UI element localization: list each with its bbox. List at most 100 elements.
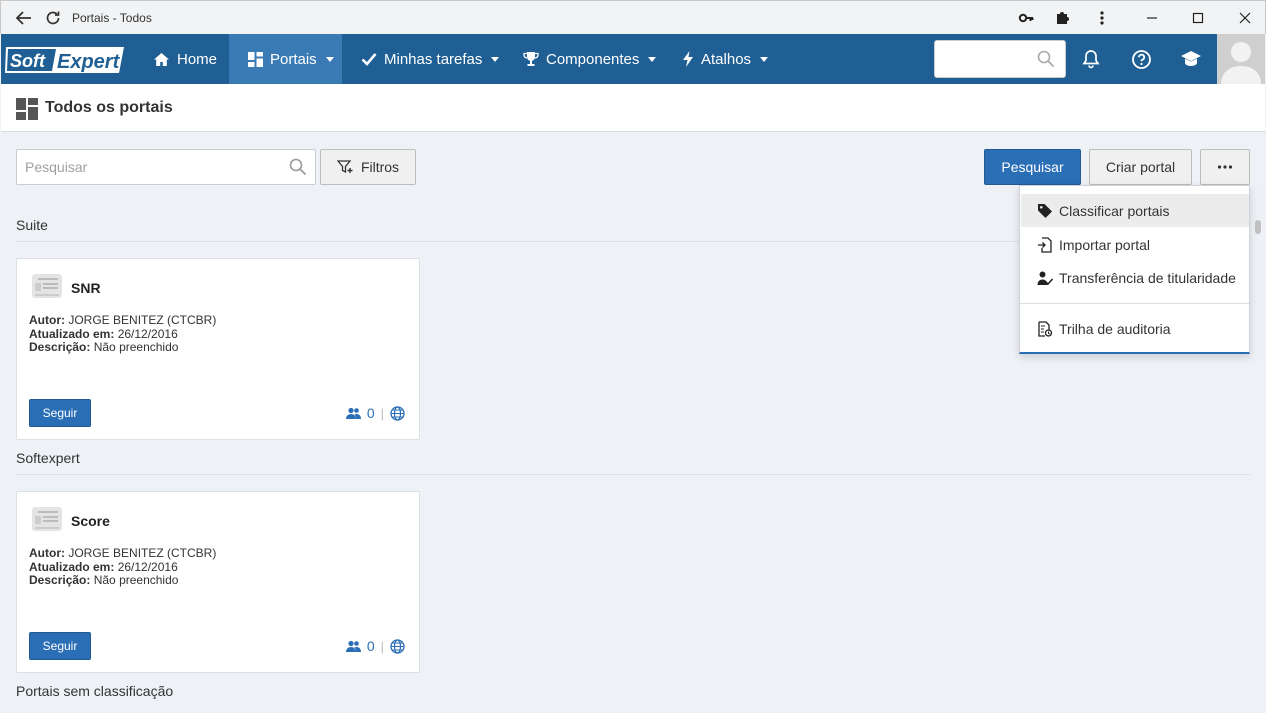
portals-grid-icon: [16, 98, 38, 123]
bolt-icon: [683, 51, 693, 67]
caret-down-icon: [760, 56, 769, 62]
description-label: Descrição:: [29, 573, 91, 587]
updated-value: 26/12/2016: [117, 559, 178, 574]
stats-separator: |: [380, 405, 384, 421]
author-value: JORGE BENITEZ (CTCBR): [68, 313, 217, 327]
key-icon[interactable]: [1014, 6, 1038, 30]
search-button-label: Pesquisar: [1001, 159, 1064, 175]
nav-atalhos[interactable]: Atalhos: [682, 34, 769, 84]
nav-portais[interactable]: Portais: [229, 34, 342, 84]
portal-search-field[interactable]: [16, 149, 316, 185]
menu-item-label: Trilha de auditoria: [1059, 320, 1171, 337]
extensions-puzzle-icon[interactable]: [1050, 6, 1074, 30]
menu-item-import-portal[interactable]: Importar portal: [1021, 228, 1249, 261]
section-divider: [16, 474, 1250, 475]
svg-text:Expert: Expert: [57, 51, 121, 73]
more-options-button[interactable]: [1200, 149, 1250, 185]
nav-atalhos-label: Atalhos: [701, 50, 752, 68]
dashboard-icon: [248, 51, 263, 67]
follow-button[interactable]: Seguir: [29, 632, 91, 660]
search-button[interactable]: Pesquisar: [984, 149, 1081, 185]
portal-metadata: Autor: JORGE BENITEZ (CTCBR) Atualizado …: [29, 313, 217, 355]
filter-icon: [336, 160, 353, 174]
portal-card[interactable]: SNR Autor: JORGE BENITEZ (CTCBR) Atualiz…: [16, 258, 420, 440]
window-title: Portais - Todos: [72, 11, 152, 25]
back-arrow-icon[interactable]: [12, 6, 36, 30]
portal-thumbnail-icon: [30, 272, 64, 305]
portal-name[interactable]: SNR: [71, 280, 101, 296]
notifications-bell-icon[interactable]: [1079, 47, 1103, 71]
graduation-cap-icon[interactable]: [1179, 47, 1203, 71]
nav-portais-label: Portais: [270, 50, 317, 68]
follow-button[interactable]: Seguir: [29, 399, 91, 427]
top-navbar: Soft Expert Home Portais Minhas tarefas …: [1, 34, 1265, 84]
section-label-unclassified: Portais sem classificação: [16, 683, 174, 699]
followers-count: 0: [366, 405, 375, 421]
followers-icon[interactable]: [345, 640, 361, 652]
globe-icon[interactable]: [390, 405, 405, 421]
updated-label: Atualizado em:: [29, 326, 115, 341]
menu-item-ownership-transfer[interactable]: Transferência de titularidade: [1021, 261, 1249, 294]
more-options-menu: Classificar portais Importar portal Tran…: [1019, 185, 1250, 354]
import-icon: [1038, 236, 1052, 253]
menu-item-label: Classificar portais: [1059, 202, 1170, 219]
menu-item-classify-portals[interactable]: Classificar portais: [1021, 194, 1249, 227]
close-icon[interactable]: [1233, 6, 1257, 30]
nav-componentes-label: Componentes: [546, 50, 640, 68]
page-header: Todos os portais: [1, 84, 1265, 132]
nav-componentes[interactable]: Componentes: [523, 34, 657, 84]
maximize-icon[interactable]: [1186, 6, 1210, 30]
menu-item-label: Transferência de titularidade: [1059, 269, 1236, 286]
search-icon: [1037, 50, 1055, 71]
filters-button[interactable]: Filtros: [320, 149, 416, 185]
audit-trail-icon: [1038, 320, 1053, 337]
portal-stats: 0 |: [345, 405, 405, 421]
caret-down-icon: [648, 56, 657, 62]
browser-titlebar: Portais - Todos: [0, 0, 1266, 34]
nav-home[interactable]: Home: [153, 34, 217, 84]
portal-thumbnail-icon: [30, 505, 64, 538]
browser-menu-icon[interactable]: [1090, 6, 1114, 30]
author-label: Autor:: [29, 546, 65, 560]
portal-search-input[interactable]: [17, 150, 277, 184]
svg-text:Soft: Soft: [10, 51, 46, 71]
description-value: Não preenchido: [93, 340, 179, 354]
help-icon[interactable]: [1129, 47, 1153, 71]
page-title: Todos os portais: [45, 99, 173, 116]
updated-label: Atualizado em:: [29, 559, 115, 574]
nav-home-label: Home: [177, 50, 218, 68]
description-label: Descrição:: [29, 340, 91, 354]
portal-card[interactable]: Score Autor: JORGE BENITEZ (CTCBR) Atual…: [16, 491, 420, 673]
create-portal-button[interactable]: Criar portal: [1089, 149, 1192, 185]
reload-icon[interactable]: [41, 6, 65, 30]
description-value: Não preenchido: [93, 573, 179, 587]
section-label-softexpert: Softexpert: [16, 450, 80, 466]
portal-metadata: Autor: JORGE BENITEZ (CTCBR) Atualizado …: [29, 546, 217, 588]
scrollbar-thumb[interactable]: [1255, 220, 1261, 234]
user-avatar[interactable]: [1217, 34, 1265, 84]
ellipsis-icon: [1217, 165, 1233, 169]
author-label: Autor:: [29, 313, 65, 327]
followers-count: 0: [366, 638, 375, 654]
globe-icon[interactable]: [390, 638, 405, 654]
tag-icon: [1038, 203, 1052, 218]
minimize-icon[interactable]: [1140, 6, 1164, 30]
section-label-suite: Suite: [16, 217, 48, 233]
stats-separator: |: [380, 638, 384, 654]
filters-label: Filtros: [360, 159, 400, 175]
search-icon[interactable]: [289, 158, 307, 179]
check-icon: [361, 53, 377, 66]
menu-item-audit-trail[interactable]: Trilha de auditoria: [1021, 312, 1249, 345]
softexpert-logo[interactable]: Soft Expert: [3, 44, 126, 76]
nav-search-input[interactable]: [934, 40, 1066, 78]
nav-minhas-tarefas[interactable]: Minhas tarefas: [361, 34, 500, 84]
caret-down-icon: [491, 56, 500, 62]
portal-name[interactable]: Score: [71, 513, 110, 529]
updated-value: 26/12/2016: [117, 326, 178, 341]
caret-down-icon: [325, 56, 334, 62]
nav-minhas-tarefas-label: Minhas tarefas: [384, 50, 483, 68]
followers-icon[interactable]: [345, 407, 361, 419]
author-value: JORGE BENITEZ (CTCBR): [68, 546, 217, 560]
trophy-icon: [523, 52, 539, 66]
menu-separator: [1020, 303, 1249, 304]
